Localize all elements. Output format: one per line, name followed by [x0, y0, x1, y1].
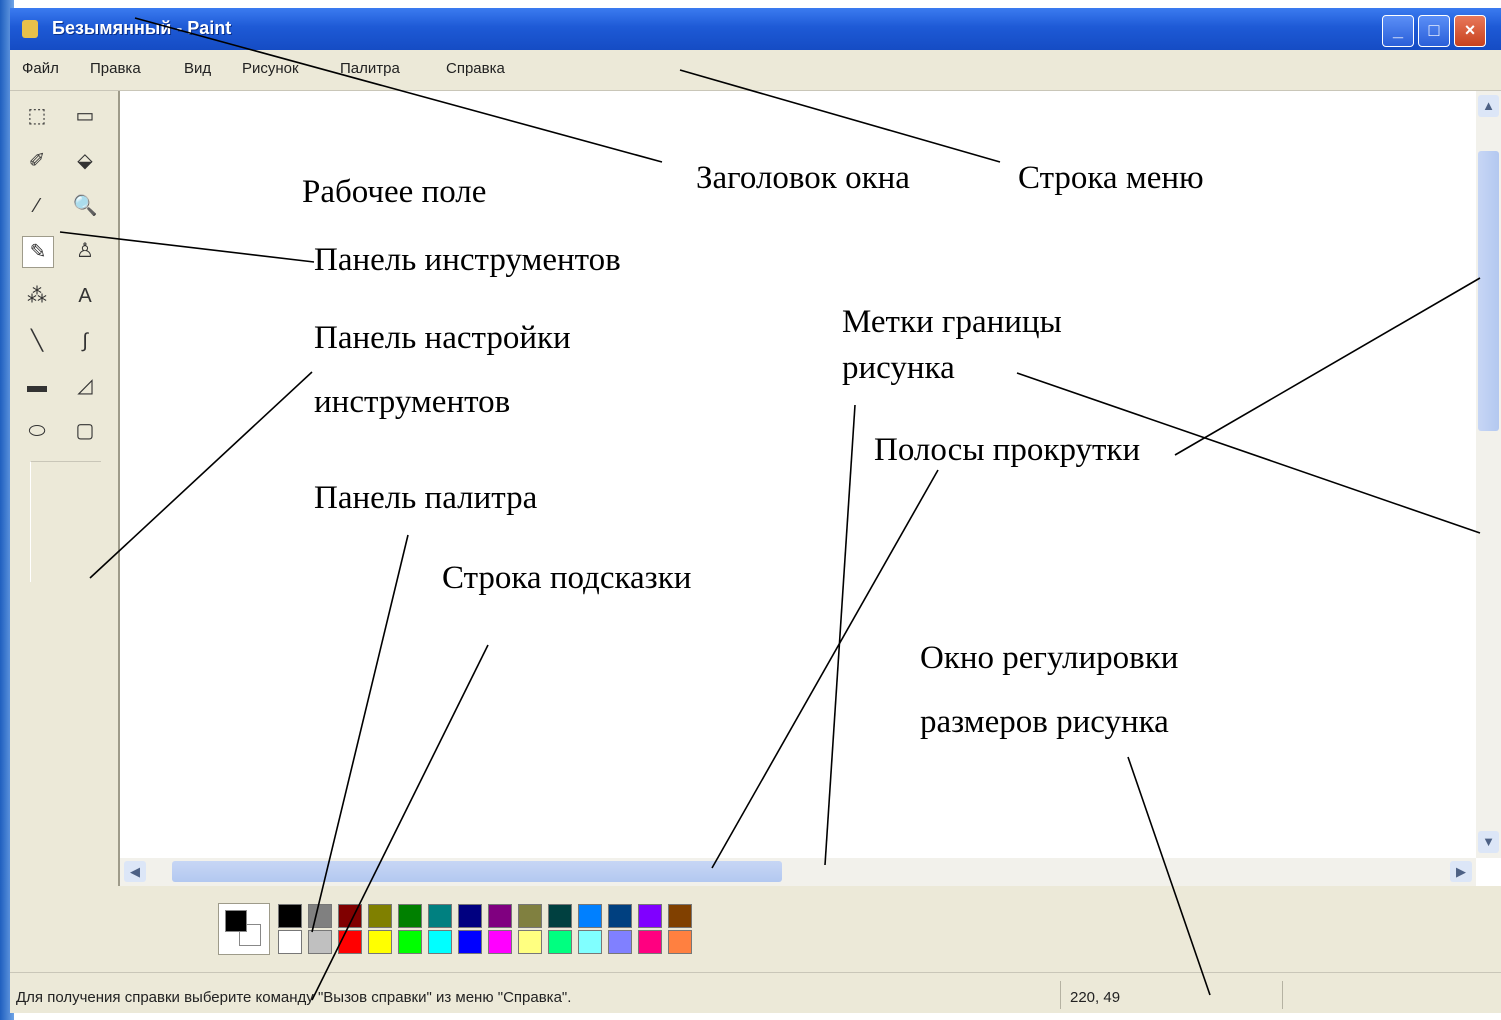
- vertical-scrollbar[interactable]: ▲ ▼: [1476, 91, 1501, 858]
- brush-tool-icon[interactable]: ♙: [70, 236, 100, 266]
- label-tool-settings-2: инструментов: [314, 384, 511, 420]
- scroll-up-arrow-icon[interactable]: ▲: [1478, 95, 1499, 117]
- line-tool-icon[interactable]: ╲: [22, 326, 52, 356]
- label-resize-1: Окно регулировки: [920, 640, 1179, 676]
- palette-swatch[interactable]: [368, 904, 392, 928]
- palette-swatch[interactable]: [488, 930, 512, 954]
- pencil-tool-icon[interactable]: ✎: [22, 236, 54, 268]
- label-border-marks-2: рисунка: [842, 350, 955, 386]
- palette-swatch[interactable]: [668, 904, 692, 928]
- menu-file[interactable]: Файл: [22, 60, 59, 77]
- palette-swatch[interactable]: [368, 930, 392, 954]
- label-palette: Панель палитра: [314, 480, 538, 516]
- menu-edit[interactable]: Правка: [90, 60, 141, 77]
- airbrush-tool-icon[interactable]: ⁂: [22, 281, 52, 311]
- rounded-rect-tool-icon[interactable]: ▢: [70, 416, 100, 446]
- eraser-tool-icon[interactable]: ✐: [22, 146, 52, 176]
- text-tool-icon[interactable]: A: [70, 281, 100, 311]
- magnifier-tool-icon[interactable]: 🔍: [70, 191, 100, 221]
- title-bar[interactable]: Безымянный - Paint _ □ ×: [10, 8, 1501, 50]
- status-divider: [1282, 981, 1283, 1009]
- vertical-scroll-thumb[interactable]: [1478, 151, 1499, 431]
- fill-tool-icon[interactable]: ⬙: [70, 146, 100, 176]
- rectangle-tool-icon[interactable]: ▬: [22, 371, 52, 401]
- palette-swatch[interactable]: [488, 904, 512, 928]
- label-hint-line: Строка подсказки: [442, 560, 692, 596]
- label-resize-2: размеров рисунка: [920, 704, 1169, 740]
- palette-swatch[interactable]: [518, 904, 542, 928]
- status-bar: Для получения справки выберите команду "…: [10, 972, 1501, 1013]
- menu-help[interactable]: Справка: [446, 60, 505, 77]
- palette-swatch[interactable]: [548, 930, 572, 954]
- palette-swatch[interactable]: [608, 904, 632, 928]
- maximize-button[interactable]: □: [1418, 15, 1450, 47]
- palette-swatch[interactable]: [668, 930, 692, 954]
- palette-swatch[interactable]: [608, 930, 632, 954]
- label-menu-bar: Строка меню: [1018, 160, 1204, 196]
- label-workspace: Рабочее поле: [302, 174, 487, 210]
- palette-swatch[interactable]: [638, 930, 662, 954]
- close-button[interactable]: ×: [1454, 15, 1486, 47]
- palette-swatch[interactable]: [518, 930, 542, 954]
- menu-image[interactable]: Рисунок: [242, 60, 299, 77]
- menu-view[interactable]: Вид: [184, 60, 211, 77]
- status-divider: [1060, 981, 1061, 1009]
- palette-swatch[interactable]: [278, 930, 302, 954]
- toolbox: ⬚ ▭ ✐ ⬙ ⁄ 🔍 ✎ ♙ ⁂ A ╲ ∫ ▬ ◿ ⬭ ▢: [10, 91, 120, 886]
- horizontal-scrollbar[interactable]: ◀ ▶: [120, 858, 1476, 886]
- scroll-left-arrow-icon[interactable]: ◀: [124, 861, 146, 882]
- color-picker-tool-icon[interactable]: ⁄: [22, 191, 52, 221]
- palette-swatch[interactable]: [398, 930, 422, 954]
- minimize-button[interactable]: _: [1382, 15, 1414, 47]
- palette-swatch[interactable]: [548, 904, 572, 928]
- label-tool-settings-1: Панель настройки: [314, 320, 571, 356]
- palette-bar: [10, 886, 1501, 972]
- status-coordinates: 220, 49: [1070, 989, 1121, 1006]
- palette-swatch[interactable]: [398, 904, 422, 928]
- palette-swatch[interactable]: [338, 904, 362, 928]
- palette-swatch[interactable]: [578, 930, 602, 954]
- palette-swatch[interactable]: [638, 904, 662, 928]
- label-toolbox: Панель инструментов: [314, 242, 621, 278]
- palette-swatch[interactable]: [278, 904, 302, 928]
- foreground-color: [225, 910, 247, 932]
- curve-tool-icon[interactable]: ∫: [70, 326, 100, 356]
- scroll-down-arrow-icon[interactable]: ▼: [1478, 831, 1499, 853]
- ellipse-tool-icon[interactable]: ⬭: [22, 416, 52, 446]
- menu-palette[interactable]: Палитра: [340, 60, 400, 77]
- current-colors[interactable]: [218, 903, 270, 955]
- tool-options-panel[interactable]: [30, 461, 101, 582]
- scroll-right-arrow-icon[interactable]: ▶: [1450, 861, 1472, 882]
- menu-bar: Файл Правка Вид Рисунок Палитра Справка: [10, 50, 1501, 91]
- palette-swatch[interactable]: [458, 904, 482, 928]
- window-title: Безымянный - Paint: [52, 18, 232, 38]
- horizontal-scroll-thumb[interactable]: [172, 861, 782, 882]
- label-border-marks-1: Метки границы: [842, 304, 1062, 340]
- status-hint: Для получения справки выберите команду "…: [16, 989, 572, 1006]
- palette-swatch[interactable]: [308, 930, 332, 954]
- palette-swatch[interactable]: [428, 904, 452, 928]
- palette-swatch[interactable]: [308, 904, 332, 928]
- label-scrollbars: Полосы прокрутки: [874, 432, 1141, 468]
- palette-swatch[interactable]: [458, 930, 482, 954]
- palette-swatch[interactable]: [578, 904, 602, 928]
- palette-swatch[interactable]: [428, 930, 452, 954]
- rect-select-tool-icon[interactable]: ▭: [70, 101, 100, 131]
- paint-app-icon: [22, 20, 38, 38]
- polygon-tool-icon[interactable]: ◿: [70, 371, 100, 401]
- palette-swatch[interactable]: [338, 930, 362, 954]
- free-select-tool-icon[interactable]: ⬚: [22, 101, 52, 131]
- label-window-title: Заголовок окна: [696, 160, 910, 196]
